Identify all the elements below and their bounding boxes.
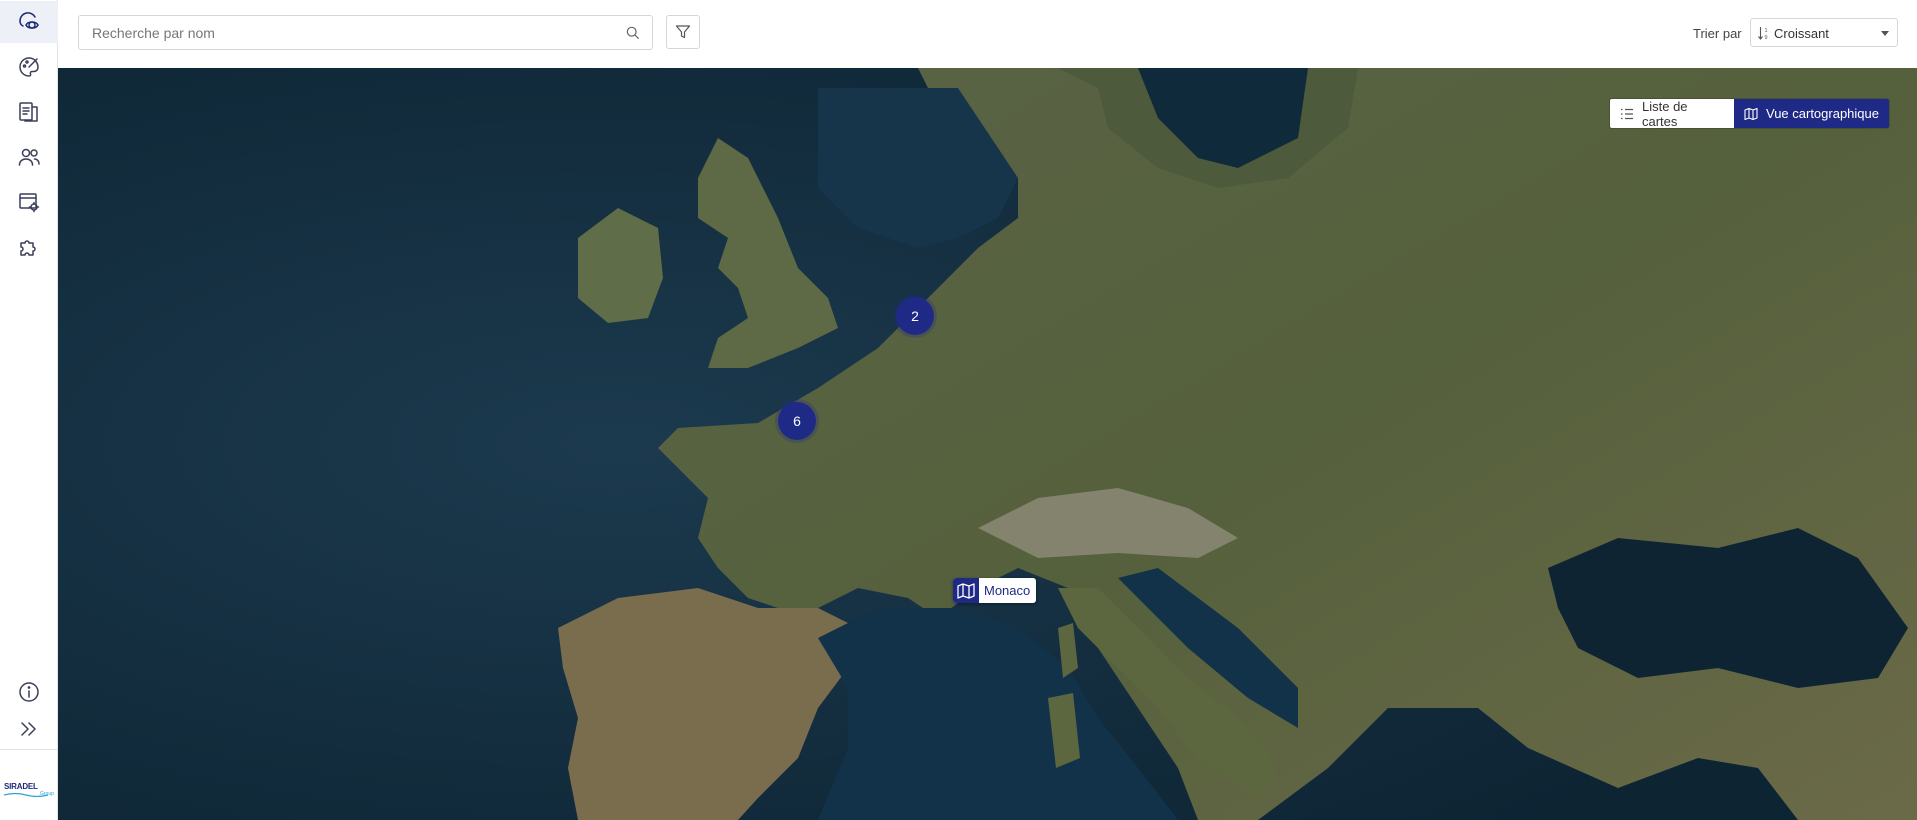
cluster-count: 2 [911, 308, 919, 324]
sidebar-item-plugins[interactable] [0, 226, 58, 268]
list-view-label: Liste de cartes [1642, 99, 1688, 128]
svg-text:1: 1 [1765, 28, 1768, 34]
info-icon [19, 682, 39, 702]
search-icon[interactable] [626, 26, 640, 40]
view-toggle: Liste de cartes Vue cartographique [1610, 99, 1889, 128]
map-cluster[interactable]: 6 [778, 402, 816, 440]
map-icon [953, 578, 979, 603]
users-icon [18, 148, 40, 166]
filter-icon [675, 25, 691, 39]
top-bar: Trier par 19 Croissant [58, 0, 1917, 68]
search-box [78, 15, 653, 50]
expand-icon [21, 722, 36, 736]
map-view-icon [19, 12, 39, 29]
map-icon [1744, 107, 1758, 120]
sidebar-item-styles[interactable] [0, 46, 58, 88]
filter-button[interactable] [666, 15, 700, 49]
sort-ascending-icon: 19 [1758, 27, 1768, 41]
cluster-count: 6 [793, 413, 801, 429]
sidebar-expand-button[interactable] [0, 708, 58, 750]
list-icon [1621, 108, 1633, 119]
sidebar-item-documents[interactable] [0, 91, 58, 133]
list-view-button[interactable]: Liste de cartes [1610, 99, 1734, 128]
logo-text: SIRADEL [4, 782, 38, 791]
siradel-logo: SIRADEL Group [4, 778, 54, 802]
window-settings-icon [19, 193, 40, 213]
sidebar-item-maps[interactable] [0, 1, 58, 43]
sort-label: Trier par [1693, 26, 1742, 41]
palette-icon [19, 57, 39, 77]
sidebar-item-info[interactable] [0, 671, 58, 713]
sort-value: Croissant [1774, 26, 1829, 41]
marker-label: Monaco [984, 583, 1031, 598]
map-view-label: Vue cartographique [1766, 106, 1879, 121]
satellite-map-image [58, 68, 1917, 820]
logo-subtext: Group [40, 791, 54, 797]
sort-select[interactable]: 19 Croissant [1750, 18, 1898, 47]
map-cluster[interactable]: 2 [896, 297, 934, 335]
map-view-button[interactable]: Vue cartographique [1734, 99, 1889, 128]
svg-text:9: 9 [1765, 35, 1768, 41]
search-input[interactable] [79, 16, 619, 49]
documents-icon [19, 102, 38, 122]
map-marker-monaco[interactable]: Monaco [953, 578, 1037, 603]
puzzle-icon [20, 240, 36, 256]
sidebar-item-users[interactable] [0, 136, 58, 178]
sidebar-divider [0, 749, 58, 750]
chevron-down-icon [1881, 31, 1889, 36]
sidebar: SIRADEL Group [0, 0, 58, 820]
map-view[interactable]: Liste de cartes Vue cartographique 2 6 M… [58, 68, 1917, 820]
sidebar-item-settings[interactable] [0, 181, 58, 223]
